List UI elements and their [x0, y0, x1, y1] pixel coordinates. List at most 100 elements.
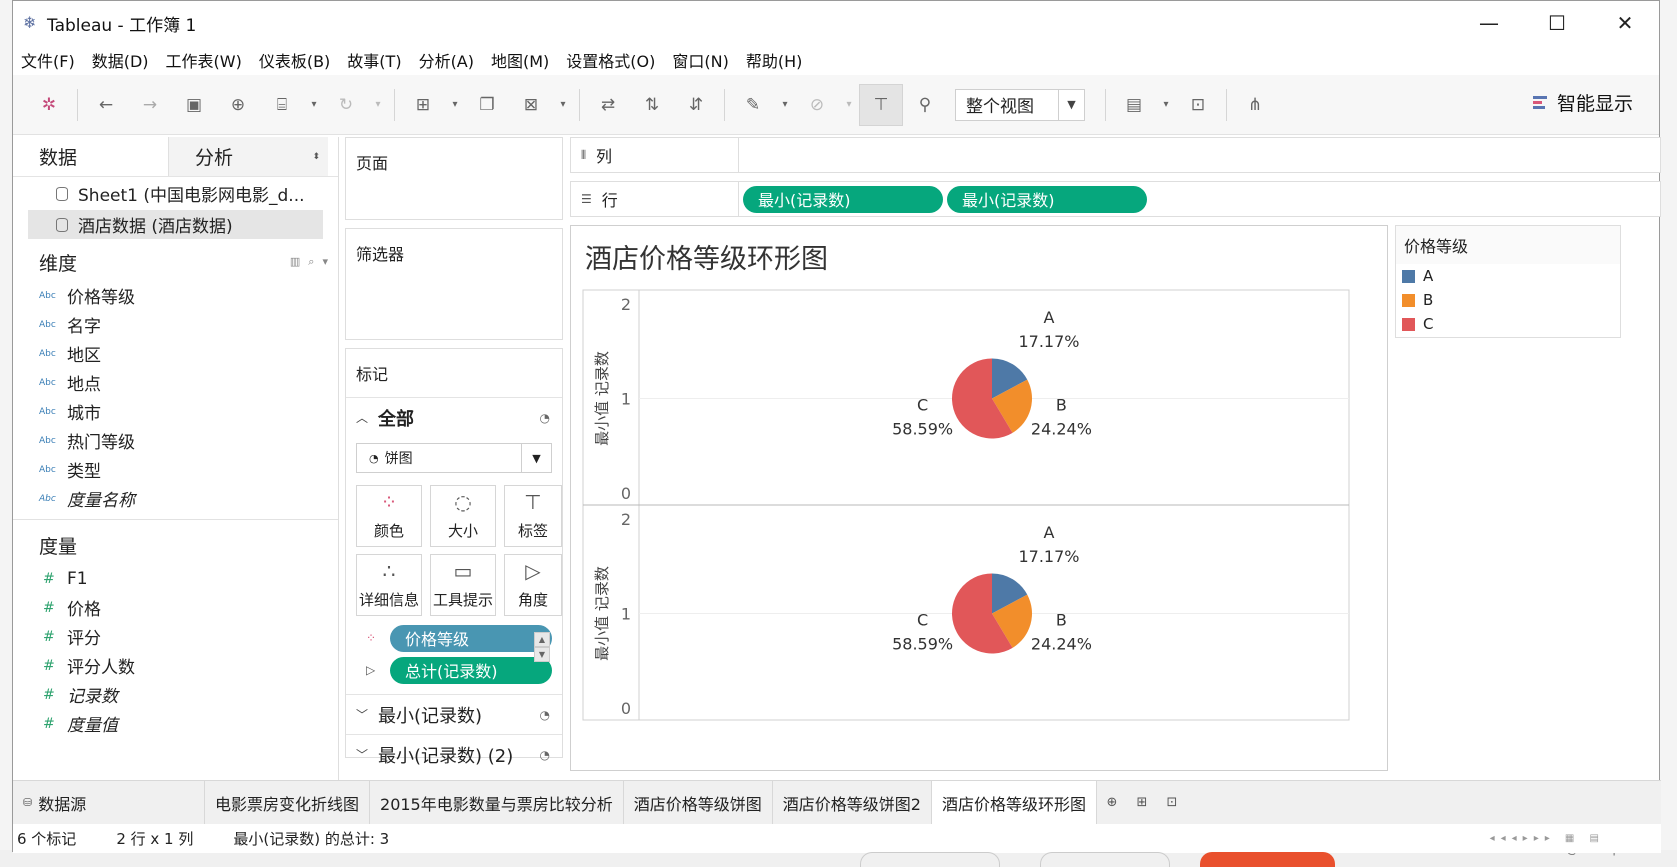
marks-all-header[interactable]: ︿ 全部 ◔	[346, 397, 562, 437]
detail-button[interactable]: ∴ 详细信息	[356, 554, 422, 616]
fit-view-select[interactable]: 整个视图 ▼	[955, 88, 1085, 121]
dimensions-title: 维度	[39, 252, 78, 275]
swap-rows-columns-icon[interactable]: ⇄	[586, 84, 630, 126]
field-price[interactable]: # 价格	[13, 593, 338, 622]
field-record-count[interactable]: # 记录数	[13, 680, 338, 709]
marks-min-records-header[interactable]: ﹀ 最小(记录数) ◔	[346, 694, 562, 734]
mark-type-select[interactable]: ◔ 饼图 ▼	[356, 443, 552, 473]
scroll-down-icon[interactable]: ▼	[534, 647, 550, 662]
menu-format[interactable]: 设置格式(O)	[566, 48, 655, 72]
angle-button[interactable]: ▷ 角度	[504, 554, 562, 616]
field-region[interactable]: Abc 地区	[13, 339, 338, 368]
datasource-sheet1[interactable]: Sheet1 (中国电影网电影_d...	[28, 179, 323, 208]
group-members-icon[interactable]: ⊘	[795, 84, 839, 126]
field-measure-names[interactable]: Abc 度量名称	[13, 484, 338, 513]
menu-dashboard[interactable]: 仪表板(B)	[259, 48, 330, 72]
clear-sheet-icon[interactable]: ⊠	[509, 84, 553, 126]
menu-map[interactable]: 地图(M)	[491, 48, 549, 72]
pill-price-level[interactable]: 价格等级	[390, 624, 552, 652]
field-f1[interactable]: # F1	[13, 564, 338, 593]
tab-analysis[interactable]: 分析 ⬍	[168, 137, 328, 176]
chevron-down-icon[interactable]: ▾	[775, 84, 795, 126]
field-popularity[interactable]: Abc 热门等级	[13, 426, 338, 455]
minimize-button[interactable]: —	[1455, 1, 1523, 45]
legend-item-c[interactable]: C	[1396, 312, 1620, 336]
chevron-down-icon[interactable]: ▾	[839, 84, 859, 126]
sheet-tab[interactable]: 电影票房变化折线图	[205, 781, 371, 824]
undo-icon[interactable]: ←	[84, 84, 128, 126]
pill-sum-records[interactable]: 总计(记录数)	[390, 656, 552, 684]
field-rating[interactable]: # 评分	[13, 622, 338, 651]
chevron-down-icon[interactable]: ▾	[553, 84, 573, 126]
new-datasource-icon[interactable]: ⊕	[216, 84, 260, 126]
show-cards-icon[interactable]: ▤	[1112, 84, 1156, 126]
menu-analysis[interactable]: 分析(A)	[419, 48, 474, 72]
sheet-tab[interactable]: 2015年电影数量与票房比较分析	[370, 781, 624, 824]
tab-data[interactable]: 数据	[13, 137, 168, 176]
field-price-level[interactable]: Abc 价格等级	[13, 281, 338, 310]
field-name[interactable]: Abc 名字	[13, 310, 338, 339]
sheet-navigation-icon[interactable]: ◂◂◂▸▸▸ ▦ ▤	[1490, 833, 1605, 844]
menu-window[interactable]: 窗口(N)	[672, 48, 728, 72]
pill-scrollbar[interactable]: ▲ ▼	[534, 632, 550, 662]
rows-shelf[interactable]: ☰ 行 最小(记录数) 最小(记录数)	[570, 181, 1661, 217]
pill-row-min-records[interactable]: 最小(记录数)	[743, 185, 943, 213]
sort-ascending-icon[interactable]: ⇅	[630, 84, 674, 126]
new-worksheet-icon[interactable]: ⊞	[401, 84, 445, 126]
chevron-down-icon[interactable]: ▾	[304, 84, 324, 126]
field-measure-values[interactable]: # 度量值	[13, 709, 338, 738]
field-location[interactable]: Abc 地点	[13, 368, 338, 397]
size-button[interactable]: ◌ 大小	[430, 485, 496, 547]
field-rating-count[interactable]: # 评分人数	[13, 651, 338, 680]
marks-min-records-2-header[interactable]: ﹀ 最小(记录数) (2) ◔	[346, 734, 562, 774]
pin-axes-icon[interactable]: ⚲	[903, 84, 947, 126]
smart-show-button[interactable]: 智能显示	[1532, 89, 1633, 116]
search-icon[interactable]: ⌕	[308, 255, 314, 269]
new-dashboard-icon[interactable]: ⊞	[1127, 781, 1157, 824]
collapse-icon[interactable]: ⬍	[312, 152, 320, 162]
menu-story[interactable]: 故事(T)	[347, 48, 401, 72]
chevron-down-icon[interactable]: ▾	[368, 84, 388, 126]
menu-help[interactable]: 帮助(H)	[746, 48, 803, 72]
close-button[interactable]: ✕	[1591, 1, 1659, 45]
presentation-mode-icon[interactable]: ⊡	[1176, 84, 1220, 126]
columns-shelf[interactable]: ⫴ 列	[570, 137, 1661, 173]
color-button[interactable]: ⁘ 颜色	[356, 485, 422, 547]
tableau-home-icon[interactable]: ✲	[27, 84, 71, 126]
scroll-up-icon[interactable]: ▲	[534, 632, 550, 647]
label-button[interactable]: ⊤ 标签	[504, 485, 562, 547]
refresh-icon[interactable]: ↻	[324, 84, 368, 126]
datasource-hotel[interactable]: 酒店数据 (酒店数据)	[28, 210, 323, 239]
field-label: 地点	[67, 375, 101, 395]
sheet-tab[interactable]: 酒店价格等级饼图2	[773, 781, 932, 824]
sort-descending-icon[interactable]: ⇵	[674, 84, 718, 126]
chevron-down-icon[interactable]: ▾	[445, 84, 465, 126]
maximize-button[interactable]: ☐	[1523, 1, 1591, 45]
field-type[interactable]: Abc 类型	[13, 455, 338, 484]
pill-row-min-records-2[interactable]: 最小(记录数)	[947, 185, 1147, 213]
sheet-tab-active[interactable]: 酒店价格等级环形图	[931, 781, 1097, 824]
show-mark-labels-icon[interactable]: ⊤	[859, 83, 903, 126]
menu-worksheet[interactable]: 工作表(W)	[166, 48, 242, 72]
sheet-tab[interactable]: 酒店价格等级饼图	[624, 781, 773, 824]
filters-card[interactable]: 筛选器	[345, 228, 563, 340]
legend-item-a[interactable]: A	[1396, 264, 1620, 288]
legend-item-b[interactable]: B	[1396, 288, 1620, 312]
highlight-icon[interactable]: ✎	[731, 84, 775, 126]
pages-card[interactable]: 页面	[345, 137, 563, 220]
chevron-down-icon[interactable]: ▾	[1156, 84, 1176, 126]
new-story-icon[interactable]: ⊡	[1157, 781, 1187, 824]
pause-update-icon[interactable]: ⌸	[260, 84, 304, 126]
tooltip-button[interactable]: ▭ 工具提示	[430, 554, 496, 616]
tab-datasource[interactable]: ⛁ 数据源	[13, 781, 205, 824]
menu-file[interactable]: 文件(F)	[21, 48, 75, 72]
menu-data[interactable]: 数据(D)	[92, 48, 149, 72]
chevron-down-icon[interactable]: ▾	[322, 255, 328, 269]
redo-icon[interactable]: →	[128, 84, 172, 126]
duplicate-sheet-icon[interactable]: ❐	[465, 84, 509, 126]
new-worksheet-icon[interactable]: ⊕	[1097, 781, 1127, 824]
share-icon[interactable]: ⋔	[1233, 84, 1277, 126]
view-toggle-icon[interactable]: ▥	[290, 255, 300, 269]
field-city[interactable]: Abc 城市	[13, 397, 338, 426]
save-icon[interactable]: ▣	[172, 84, 216, 126]
